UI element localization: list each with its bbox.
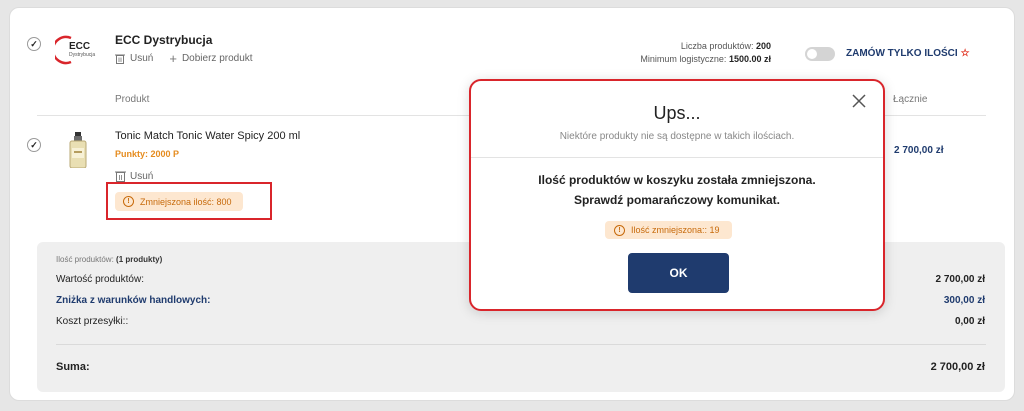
trash-icon	[115, 54, 125, 64]
modal-message-line1: Ilość produktów w koszyku została zmniej…	[538, 173, 816, 187]
quantity-reduced-modal: Ups... Niektóre produkty nie są dostępne…	[469, 79, 885, 311]
modal-message-line2: Sprawdź pomarańczowy komunikat.	[573, 193, 781, 207]
vendor-name: ECC Dystrybucja	[115, 33, 213, 47]
product-remove-button[interactable]: Usuń	[115, 170, 153, 182]
vendor-actions: Usuń + Dobierz produkt	[115, 52, 253, 65]
product-count-label: Liczba produktów:	[680, 41, 754, 51]
vendor-remove-button[interactable]: Usuń	[115, 53, 153, 64]
logo-subtext: Dystrybucja	[69, 52, 96, 58]
sum-label: Suma:	[56, 361, 90, 373]
modal-reduced-badge: ! Ilość zmniejszona:: 19	[605, 221, 732, 239]
divider	[56, 344, 986, 345]
reduced-quantity-highlight: ! Zmniejszona ilość: 800	[106, 182, 272, 220]
column-product-header: Produkt	[115, 94, 150, 105]
product-count-value: 200	[755, 41, 771, 51]
product-remove-label: Usuń	[130, 170, 154, 182]
trash-icon	[115, 171, 126, 182]
plus-icon: +	[169, 51, 177, 66]
products-value-amount: 2 700,00 zł	[935, 274, 985, 285]
product-points: Punkty: 2000 P	[115, 149, 180, 159]
add-product-button[interactable]: + Dobierz produkt	[169, 52, 252, 65]
vendor-checkbox[interactable]: ✓	[27, 37, 41, 51]
shipping-amount: 0,00 zł	[954, 316, 985, 327]
modal-title: Ups...	[653, 103, 701, 123]
warning-icon: !	[614, 224, 625, 236]
order-only-text: ZAMÓW TYLKO ILOŚCI	[846, 48, 958, 59]
order-only-label[interactable]: ZAMÓW TYLKO ILOŚCI ☆	[846, 48, 970, 59]
product-total: 2 700,00 zł	[894, 145, 944, 156]
min-logistic-label: Minimum logistyczne:	[640, 54, 727, 64]
shipping-label: Koszt przesyłki::	[56, 316, 129, 327]
warning-icon: !	[123, 196, 134, 207]
modal-reduced-text: Ilość zmniejszona:: 19	[631, 225, 720, 235]
reduced-quantity-text: Zmniejszona ilość: 800	[140, 196, 232, 207]
add-product-label: Dobierz produkt	[181, 53, 253, 64]
logo-text: ECC	[69, 41, 91, 52]
product-checkbox[interactable]: ✓	[27, 138, 41, 152]
reduced-quantity-badge: ! Zmniejszona ilość: 800	[115, 192, 243, 211]
divider	[471, 157, 883, 158]
totals-count-label: Ilość produktów:	[56, 255, 114, 264]
totals-count-value: (1 produkty)	[116, 255, 163, 264]
discount-label: Zniżka z warunków handlowych:	[56, 295, 211, 306]
product-name[interactable]: Tonic Match Tonic Water Spicy 200 ml	[115, 130, 300, 142]
star-icon: ☆	[960, 48, 970, 59]
product-thumbnail	[69, 132, 87, 168]
vendor-summary: Liczba produktów: 200 Minimum logistyczn…	[640, 40, 771, 66]
vendor-logo: ECC Dystrybucja	[55, 35, 103, 65]
order-only-toggle[interactable]	[805, 47, 835, 61]
column-total-header: Łącznie	[893, 94, 928, 105]
modal-subtitle: Niektóre produkty nie są dostępne w taki…	[559, 131, 795, 142]
totals-count: Ilość produktów: (1 produkty)	[56, 255, 162, 264]
toggle-knob	[807, 49, 817, 59]
products-value-label: Wartość produktów:	[56, 274, 144, 285]
check-icon: ✓	[30, 139, 38, 150]
discount-amount: 300,00 zł	[943, 295, 985, 306]
ok-button[interactable]: OK	[628, 253, 729, 293]
min-logistic-value: 1500.00 zł	[728, 54, 771, 64]
check-icon: ✓	[30, 38, 38, 49]
sum-amount: 2 700,00 zł	[930, 361, 985, 373]
vendor-remove-label: Usuń	[130, 53, 154, 64]
